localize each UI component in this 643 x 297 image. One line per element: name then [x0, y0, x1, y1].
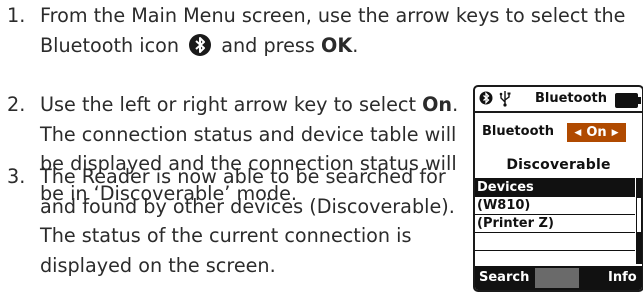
scrollbar-thumb[interactable] — [637, 198, 641, 232]
step-text: The Reader is now able to be searched fo… — [40, 165, 455, 278]
arrow-left-icon: ◀ — [574, 127, 582, 138]
bluetooth-icon — [189, 33, 212, 56]
connection-status: Discoverable — [506, 157, 611, 173]
device-screen: Bluetooth Bluetooth ◀ On ▶ Discoverable … — [473, 85, 643, 292]
softkey-bar: Search Info — [475, 266, 642, 290]
table-row[interactable]: (Printer Z) — [475, 215, 635, 233]
step-text: From the Main Menu screen, use the arrow… — [40, 4, 626, 57]
screen-title: Bluetooth — [535, 91, 607, 106]
bluetooth-small-icon — [479, 90, 493, 110]
step-line: and press — [221, 33, 315, 57]
table-row[interactable]: (W810) — [475, 197, 635, 215]
device-table: Devices (W810) (Printer Z) — [475, 178, 635, 269]
search-softkey[interactable]: Search — [479, 270, 529, 285]
table-header: Devices — [475, 178, 635, 197]
table-scrollbar[interactable] — [636, 178, 642, 264]
on-label: On — [422, 93, 453, 116]
arrow-right-icon: ▶ — [611, 127, 619, 138]
bluetooth-setting-label: Bluetooth — [482, 124, 554, 139]
step-number: 3. — [7, 165, 26, 188]
step-number: 2. — [7, 93, 26, 116]
middle-softkey[interactable] — [535, 268, 579, 288]
table-row[interactable] — [475, 233, 635, 251]
step-line: From the Main Menu screen, use the arrow… — [40, 4, 626, 27]
step-number: 1. — [7, 4, 26, 27]
ok-key-label: OK — [321, 33, 353, 57]
usb-icon — [499, 90, 511, 111]
status-bar: Bluetooth — [475, 87, 642, 113]
bluetooth-toggle[interactable]: ◀ On ▶ — [567, 123, 626, 142]
info-softkey[interactable]: Info — [608, 270, 637, 285]
step-line: Bluetooth icon — [40, 33, 180, 57]
toggle-value: On — [586, 125, 607, 140]
battery-icon — [615, 93, 641, 108]
